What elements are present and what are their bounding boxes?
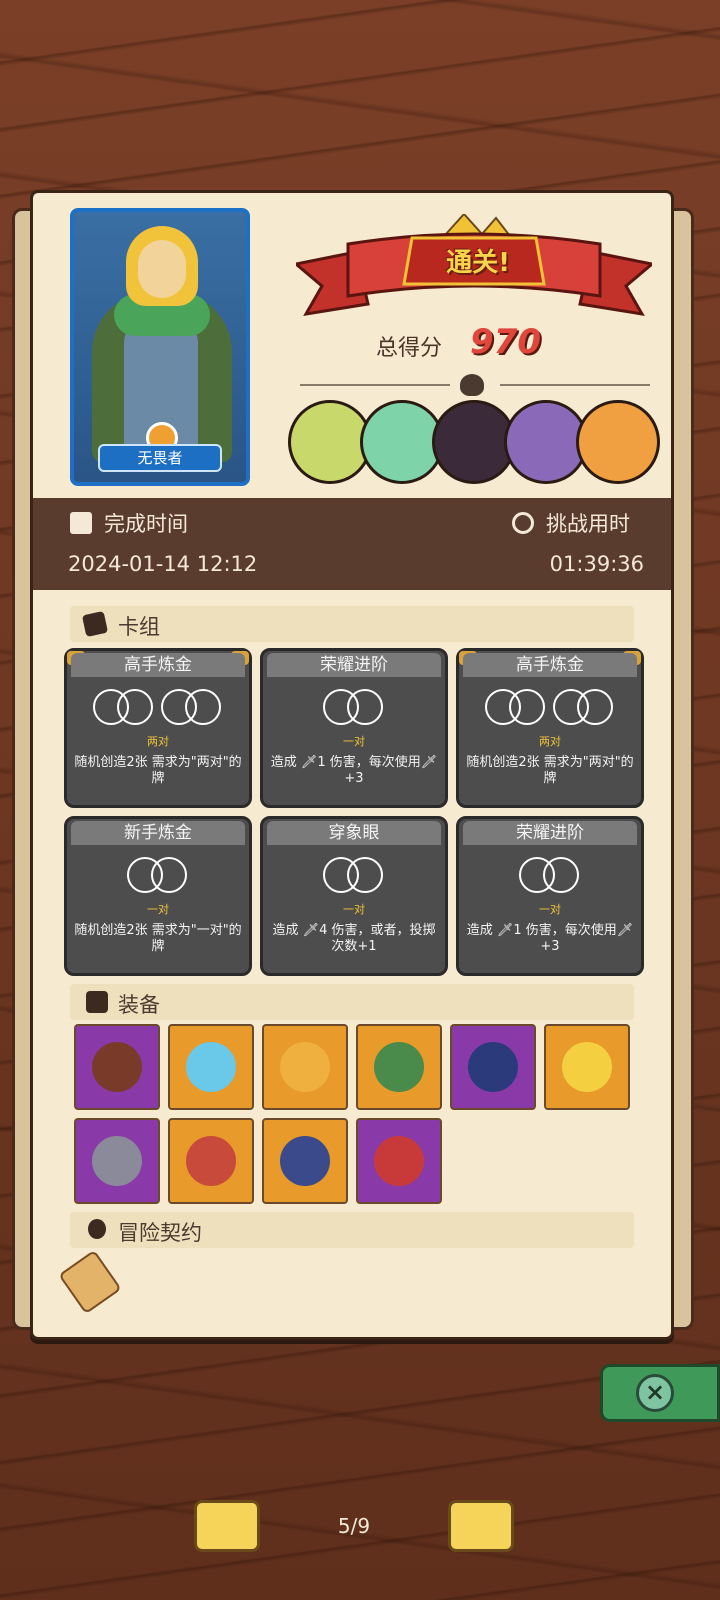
meat-leg-icon xyxy=(186,1136,236,1186)
dice-requirement-icons xyxy=(263,857,445,897)
crystal-shield-icon xyxy=(186,1042,236,1092)
metal-cube-item[interactable] xyxy=(74,1118,160,1204)
deck-card[interactable]: 高手炼金两对随机创造2张 需求为"两对"的牌 xyxy=(456,648,644,808)
score-label: 总得分 xyxy=(376,336,443,361)
dice-slot-icon xyxy=(347,857,383,893)
card-title: 高手炼金 xyxy=(71,653,245,677)
horn-helmet-item[interactable] xyxy=(450,1024,536,1110)
card-requirement: 两对 xyxy=(147,735,169,748)
card-title: 穿象眼 xyxy=(267,821,441,845)
finish-time-value: 2024-01-14 12:12 xyxy=(68,552,258,576)
meat-leg-item[interactable] xyxy=(168,1118,254,1204)
victory-title: 通关! xyxy=(446,248,510,278)
card-title: 荣耀进阶 xyxy=(267,653,441,677)
deck-card[interactable]: 荣耀进阶一对造成 🗡1 伤害，每次使用🗡+3 xyxy=(260,648,448,808)
dice-slot-icon xyxy=(509,689,545,725)
card-description: 随机创造2张 需求为"一对"的牌 xyxy=(74,923,242,954)
score-value: 970 xyxy=(470,322,541,362)
card-description: 随机创造2张 需求为"两对"的牌 xyxy=(466,755,634,786)
dice-requirement-icons xyxy=(67,857,249,897)
dice-slot-icon xyxy=(577,689,613,725)
finish-time-label: 完成时间 xyxy=(104,512,188,536)
dice-requirement-icons xyxy=(459,689,641,729)
previous-page-button[interactable] xyxy=(194,1500,260,1552)
dice-slot-icon xyxy=(117,689,153,725)
stopwatch-icon xyxy=(512,512,534,534)
bracelet-icon xyxy=(374,1136,424,1186)
next-page-button[interactable] xyxy=(448,1500,514,1552)
defeated-enemies xyxy=(288,400,660,486)
card-title: 新手炼金 xyxy=(71,821,245,845)
dice-requirement-icons xyxy=(67,689,249,729)
skull-icon xyxy=(460,374,484,396)
deck-title: 卡组 xyxy=(118,615,160,639)
page-indicator: 5/9 xyxy=(337,1514,371,1538)
contracts-title: 冒险契约 xyxy=(118,1221,202,1245)
hero-portrait-card[interactable]: 无畏者 xyxy=(70,208,250,486)
bracelet-item[interactable] xyxy=(356,1118,442,1204)
card-requirement: 一对 xyxy=(147,903,169,916)
sweater-item[interactable] xyxy=(262,1024,348,1110)
crown-item[interactable] xyxy=(544,1024,630,1110)
card-description: 造成 🗡1 伤害，每次使用🗡+3 xyxy=(270,755,438,786)
calendar-icon xyxy=(70,512,92,534)
dice-slot-icon xyxy=(185,689,221,725)
divider-left xyxy=(300,384,450,386)
deck-card[interactable]: 穿象眼一对造成 🗡4 伤害，或者，投掷次数+1 xyxy=(260,816,448,976)
card-requirement: 两对 xyxy=(539,735,561,748)
sweater-icon xyxy=(280,1042,330,1092)
metal-cube-icon xyxy=(92,1136,142,1186)
close-icon[interactable]: × xyxy=(636,1374,674,1412)
deck-card[interactable]: 荣耀进阶一对造成 🗡1 伤害，每次使用🗡+3 xyxy=(456,816,644,976)
equipment-title: 装备 xyxy=(118,993,160,1017)
crown-icon xyxy=(562,1042,612,1092)
card-description: 随机创造2张 需求为"两对"的牌 xyxy=(74,755,242,786)
dice-requirement-icons xyxy=(263,689,445,729)
card-description: 造成 🗡1 伤害，每次使用🗡+3 xyxy=(466,923,634,954)
turtle-shell-item[interactable] xyxy=(356,1024,442,1110)
card-requirement: 一对 xyxy=(343,735,365,748)
divider-right xyxy=(500,384,650,386)
contract-icon xyxy=(88,1219,106,1239)
dice-requirement-icons xyxy=(459,857,641,897)
hexagram-icon xyxy=(280,1136,330,1186)
deck-card[interactable]: 新手炼金一对随机创造2张 需求为"一对"的牌 xyxy=(64,816,252,976)
turtle-shell-icon xyxy=(374,1042,424,1092)
button-shield-icon xyxy=(92,1042,142,1092)
horn-helmet-icon xyxy=(468,1042,518,1092)
card-description: 造成 🗡4 伤害，或者，投掷次数+1 xyxy=(272,923,436,954)
button-shield-item[interactable] xyxy=(74,1024,160,1110)
deck-card[interactable]: 高手炼金两对随机创造2张 需求为"两对"的牌 xyxy=(64,648,252,808)
duration-label: 挑战用时 xyxy=(546,512,630,536)
hero-name: 无畏者 xyxy=(98,444,222,472)
crystal-golem-enemy[interactable] xyxy=(576,400,660,484)
duration-value: 01:39:36 xyxy=(549,552,644,576)
dice-slot-icon xyxy=(151,857,187,893)
hexagram-item[interactable] xyxy=(262,1118,348,1204)
card-requirement: 一对 xyxy=(343,903,365,916)
card-title: 荣耀进阶 xyxy=(463,821,637,845)
card-title: 高手炼金 xyxy=(463,653,637,677)
crystal-shield-item[interactable] xyxy=(168,1024,254,1110)
dice-slot-icon xyxy=(347,689,383,725)
card-requirement: 一对 xyxy=(539,903,561,916)
dice-slot-icon xyxy=(543,857,579,893)
cards-icon xyxy=(81,610,109,638)
box-icon xyxy=(86,991,108,1013)
